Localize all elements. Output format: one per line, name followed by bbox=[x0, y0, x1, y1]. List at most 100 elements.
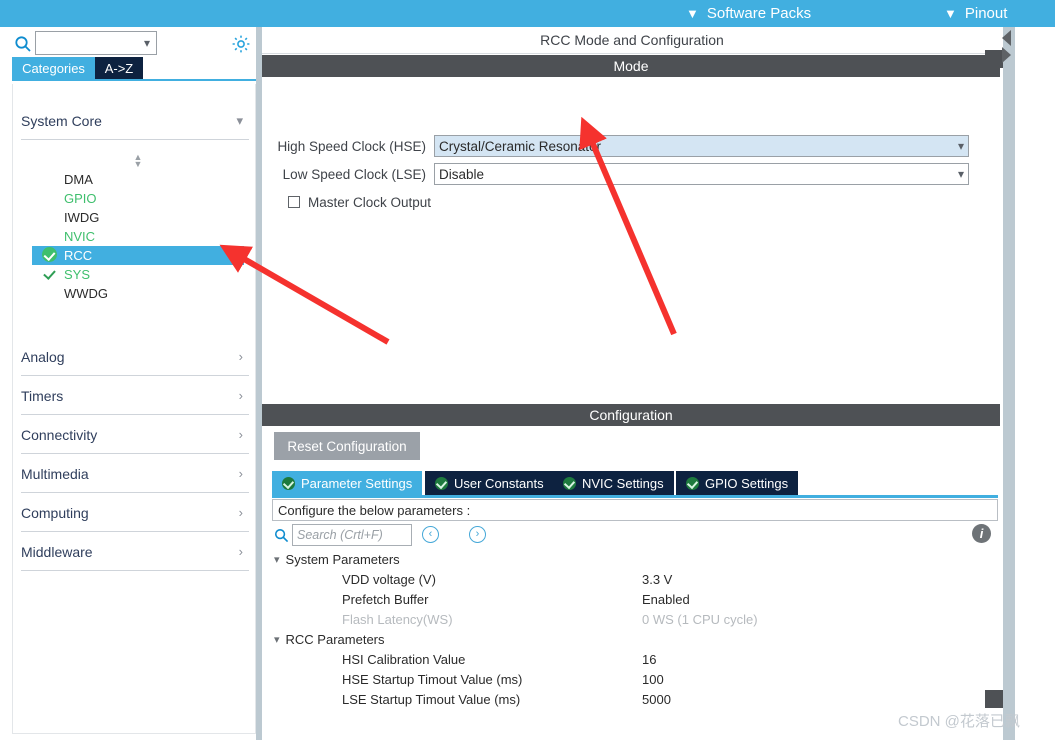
configuration-tab-underline bbox=[272, 495, 998, 498]
sidebar-group-connectivity-label: Connectivity bbox=[21, 426, 98, 443]
mode-section-body: High Speed Clock (HSE) Crystal/Ceramic R… bbox=[262, 77, 1000, 404]
green-check-icon bbox=[435, 476, 448, 490]
master-clock-output-row[interactable]: Master Clock Output bbox=[288, 192, 431, 212]
hse-field-row: High Speed Clock (HSE) Crystal/Ceramic R… bbox=[262, 135, 969, 157]
tab-parameter-settings[interactable]: Parameter Settings bbox=[272, 471, 423, 495]
chevron-down-icon: ▾ bbox=[274, 634, 280, 646]
parameter-value: 5000 bbox=[642, 692, 671, 707]
splitter-block-top bbox=[985, 50, 1003, 68]
sidebar-tab-underline bbox=[12, 79, 256, 81]
tab-nvic-settings-label: NVIC Settings bbox=[582, 475, 664, 491]
chevron-right-icon: › bbox=[238, 349, 243, 364]
configuration-section-body: Reset Configuration Parameter Settings U… bbox=[262, 426, 1000, 740]
parameter-category-rcc[interactable]: ▾ RCC Parameters bbox=[272, 632, 998, 652]
tab-categories[interactable]: Categories bbox=[12, 57, 95, 79]
parameter-name: HSI Calibration Value bbox=[342, 652, 466, 667]
master-clock-output-checkbox[interactable] bbox=[288, 196, 300, 208]
parameter-search-placeholder: Search (Crtl+F) bbox=[297, 528, 383, 542]
parameter-name: VDD voltage (V) bbox=[342, 572, 436, 587]
tab-gpio-settings[interactable]: GPIO Settings bbox=[676, 471, 799, 495]
peripheral-tree-panel: ▾ Categories A->Z System Core ▾ ▲ ▼ DMA … bbox=[0, 27, 256, 740]
parameter-name: Prefetch Buffer bbox=[342, 592, 429, 607]
sidebar-group-system-core-label: System Core bbox=[21, 112, 102, 129]
rcc-config-panel: RCC Mode and Configuration Mode High Spe… bbox=[262, 27, 1055, 740]
sidebar-group-multimedia[interactable]: Multimedia › bbox=[21, 455, 249, 493]
chevron-down-icon: ▾ bbox=[957, 139, 964, 153]
configuration-section-header: Configuration bbox=[262, 404, 1000, 426]
menu-pinout[interactable]: ▼ Pinout bbox=[944, 0, 1007, 27]
check-icon bbox=[42, 266, 64, 284]
tab-user-constants-label: User Constants bbox=[454, 475, 544, 491]
tab-user-constants[interactable]: User Constants bbox=[425, 471, 554, 495]
tab-gpio-settings-label: GPIO Settings bbox=[705, 475, 789, 491]
sidebar-group-middleware-label: Middleware bbox=[21, 543, 93, 560]
reset-configuration-button[interactable]: Reset Configuration bbox=[274, 432, 420, 460]
sidebar-group-analog-label: Analog bbox=[21, 348, 65, 365]
search-icon bbox=[274, 528, 289, 543]
chevron-right-icon: › bbox=[238, 388, 243, 403]
sidebar-item-rcc[interactable]: RCC bbox=[32, 246, 244, 265]
tab-categories-label: Categories bbox=[22, 60, 85, 76]
gear-icon[interactable] bbox=[231, 34, 251, 54]
search-icon bbox=[14, 35, 32, 53]
table-row[interactable]: Prefetch Buffer Enabled bbox=[272, 592, 998, 612]
search-next-button[interactable]: › bbox=[469, 526, 486, 543]
sidebar-group-system-core[interactable]: System Core ▾ bbox=[21, 102, 249, 140]
green-check-icon bbox=[563, 476, 576, 490]
collapse-right-arrow-icon[interactable] bbox=[1002, 47, 1011, 63]
sidebar-item-wwdg[interactable]: WWDG bbox=[42, 284, 244, 303]
hse-dropdown[interactable]: Crystal/Ceramic Resonator ▾ bbox=[434, 135, 969, 157]
mode-section-header: Mode bbox=[262, 55, 1000, 77]
page-title: RCC Mode and Configuration bbox=[262, 27, 1002, 54]
search-prev-button[interactable]: ‹ bbox=[422, 526, 439, 543]
lse-dropdown[interactable]: Disable ▾ bbox=[434, 163, 969, 185]
parameter-name: LSE Startup Timout Value (ms) bbox=[342, 692, 521, 707]
sidebar-group-analog[interactable]: Analog › bbox=[21, 338, 249, 376]
green-check-icon bbox=[282, 476, 295, 490]
sidebar-group-connectivity[interactable]: Connectivity › bbox=[21, 416, 249, 454]
tree-scroll-indicator[interactable]: ▲ ▼ bbox=[131, 153, 145, 169]
parameter-search-input[interactable]: Search (Crtl+F) bbox=[292, 524, 412, 546]
table-row[interactable]: VDD voltage (V) 3.3 V bbox=[272, 572, 998, 592]
sidebar-group-multimedia-label: Multimedia bbox=[21, 465, 89, 482]
sidebar-tabs: Categories A->Z bbox=[12, 57, 256, 79]
parameter-value: 16 bbox=[642, 652, 657, 667]
info-icon[interactable]: i bbox=[972, 524, 991, 543]
top-menu-bar: ▼ Software Packs ▼ Pinout bbox=[0, 0, 1055, 27]
parameter-search-row: Search (Crtl+F) ‹ › i bbox=[272, 522, 998, 550]
configure-note: Configure the below parameters : bbox=[272, 499, 998, 521]
sidebar-group-timers-label: Timers bbox=[21, 387, 64, 404]
panel-splitter-right[interactable] bbox=[1003, 27, 1015, 740]
sidebar-search-row: ▾ bbox=[0, 29, 256, 59]
menu-software-packs-label: Software Packs bbox=[706, 5, 812, 22]
sidebar-item-iwdg-label: IWDG bbox=[64, 210, 100, 225]
parameter-category-system[interactable]: ▾ System Parameters bbox=[272, 552, 998, 572]
chevron-right-icon: › bbox=[238, 505, 243, 520]
table-row[interactable]: HSI Calibration Value 16 bbox=[272, 652, 998, 672]
parameter-value: 0 WS (1 CPU cycle) bbox=[642, 612, 758, 627]
chevron-down-icon: ▾ bbox=[957, 167, 964, 181]
parameter-name: Flash Latency(WS) bbox=[342, 612, 453, 627]
table-row[interactable]: HSE Startup Timout Value (ms) 100 bbox=[272, 672, 998, 692]
sidebar-group-computing[interactable]: Computing › bbox=[21, 494, 249, 532]
collapse-left-arrow-icon[interactable] bbox=[1002, 30, 1011, 46]
sidebar-group-timers[interactable]: Timers › bbox=[21, 377, 249, 415]
sidebar-item-nvic[interactable]: NVIC bbox=[42, 227, 244, 246]
lse-label: Low Speed Clock (LSE) bbox=[282, 166, 426, 182]
sidebar-item-sys[interactable]: SYS bbox=[42, 265, 244, 284]
sidebar-item-gpio-label: GPIO bbox=[64, 191, 97, 206]
sidebar-item-gpio[interactable]: GPIO bbox=[42, 189, 244, 208]
tab-nvic-settings[interactable]: NVIC Settings bbox=[553, 471, 674, 495]
menu-software-packs[interactable]: ▼ Software Packs bbox=[686, 0, 811, 27]
table-row[interactable]: LSE Startup Timout Value (ms) 5000 bbox=[272, 692, 998, 712]
sidebar-group-middleware[interactable]: Middleware › bbox=[21, 533, 249, 571]
chevron-right-icon: › bbox=[238, 544, 243, 559]
parameter-value: 100 bbox=[642, 672, 664, 687]
search-input[interactable]: ▾ bbox=[35, 31, 157, 55]
tab-parameter-settings-label: Parameter Settings bbox=[301, 475, 413, 491]
chevron-down-icon: ▾ bbox=[236, 112, 243, 128]
sidebar-item-dma[interactable]: DMA bbox=[42, 170, 244, 189]
chevron-right-icon: › bbox=[238, 427, 243, 442]
tab-a-to-z[interactable]: A->Z bbox=[95, 57, 143, 79]
sidebar-item-iwdg[interactable]: IWDG bbox=[42, 208, 244, 227]
